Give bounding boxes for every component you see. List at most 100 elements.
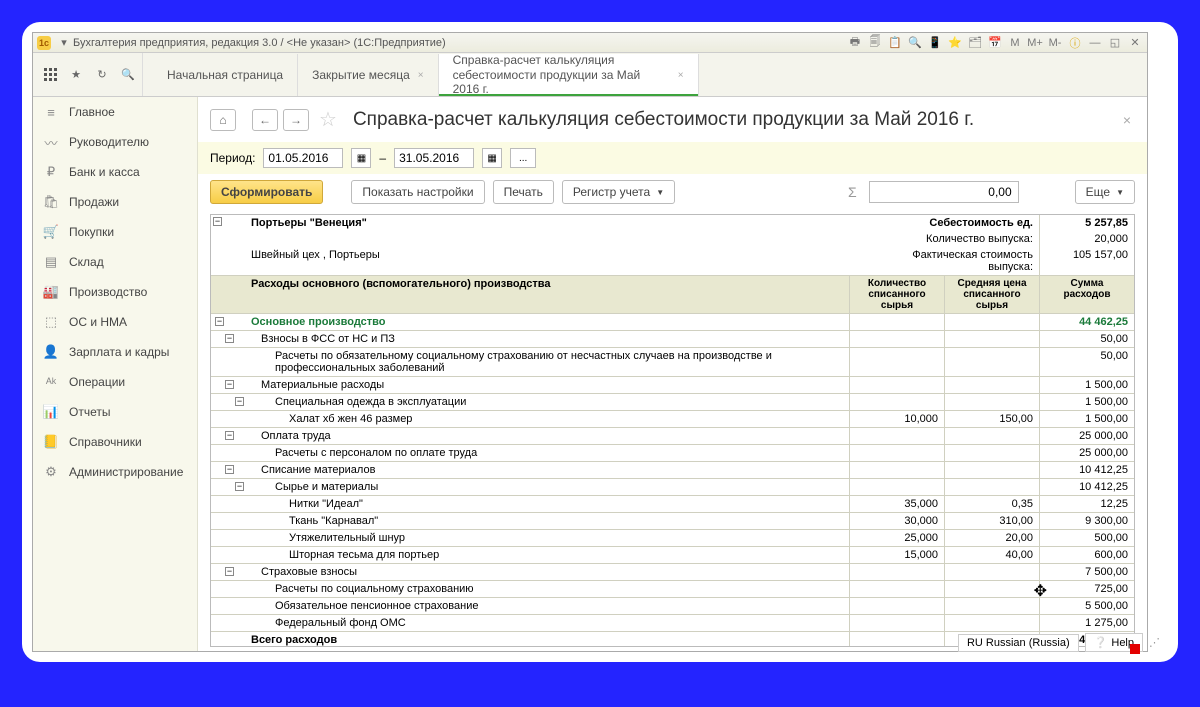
tb-icon-1[interactable]: 🖶 — [847, 35, 863, 51]
tab-month-close[interactable]: Закрытие месяца× — [298, 54, 439, 96]
sidebar-item[interactable]: ₽Банк и касса — [33, 157, 197, 187]
more-dropdown[interactable]: Еще▼ — [1075, 180, 1135, 204]
sidebar-item-label: Главное — [69, 105, 115, 119]
sidebar-item-label: Операции — [69, 375, 125, 389]
search-icon[interactable]: 🔍 — [119, 66, 137, 84]
row-label: Списание материалов — [247, 462, 849, 478]
row-label: Специальная одежда в эксплуатации — [247, 394, 849, 410]
row-label: Халат хб жен 46 размер — [247, 411, 849, 427]
period-to-input[interactable]: 31.05.2016 — [394, 148, 474, 168]
sidebar-item-icon: 🛒 — [43, 224, 59, 240]
red-marker — [1130, 644, 1140, 654]
tree-toggle-icon[interactable]: − — [225, 380, 234, 389]
tb-icon-7[interactable]: 📅 — [987, 35, 1003, 51]
window-close-icon[interactable]: ✕ — [1127, 35, 1143, 51]
sidebar-item-icon: ⚙ — [43, 464, 59, 480]
favorite-star-icon[interactable]: ★ — [67, 66, 85, 84]
tree-toggle-icon[interactable]: − — [235, 397, 244, 406]
tree-toggle-icon[interactable]: − — [225, 431, 234, 440]
favorite-toggle-icon[interactable]: ☆ — [319, 107, 337, 132]
tb-icon-6[interactable]: 🗂 — [967, 35, 983, 51]
tb-icon-star[interactable]: ⭐ — [947, 35, 963, 51]
tab-close-icon[interactable]: × — [678, 70, 684, 81]
tree-toggle-icon[interactable]: − — [225, 567, 234, 576]
tb-m-minus[interactable]: M- — [1047, 35, 1063, 51]
sidebar-item[interactable]: 〰Руководителю — [33, 127, 197, 157]
report-row: Ткань "Карнавал"30,000310,009 300,00 — [211, 513, 1134, 530]
tb-icon-calc[interactable]: 📱 — [927, 35, 943, 51]
sidebar-item[interactable]: ⚙ Администрирование — [33, 457, 197, 487]
tree-toggle-icon[interactable]: − — [225, 334, 234, 343]
tb-icon-3[interactable]: 📋 — [887, 35, 903, 51]
sidebar-item-icon: 👤 — [43, 344, 59, 360]
home-button[interactable]: ⌂ — [210, 109, 236, 131]
sidebar-item-label: Администрирование — [69, 465, 183, 479]
history-icon[interactable]: ↻ — [93, 66, 111, 84]
language-indicator[interactable]: RU Russian (Russia) — [958, 634, 1079, 652]
report-row: Федеральный фонд ОМС1 275,00 — [211, 615, 1134, 632]
tree-toggle-icon[interactable]: − — [225, 465, 234, 474]
show-settings-button[interactable]: Показать настройки — [351, 180, 484, 204]
report-row: −Взносы в ФСС от НС и ПЗ50,00 — [211, 331, 1134, 348]
sidebar-item[interactable]: ▤ Склад — [33, 247, 197, 277]
sidebar-item[interactable]: 📊Отчеты — [33, 397, 197, 427]
nav-back-button[interactable]: ← — [252, 109, 278, 131]
sidebar-item-label: Отчеты — [69, 405, 110, 419]
tree-toggle-icon[interactable]: − — [235, 482, 244, 491]
sum-field[interactable] — [869, 181, 1019, 203]
row-label: Шторная тесьма для портьер — [247, 547, 849, 563]
sidebar-item-label: Склад — [69, 255, 104, 269]
row-label: Утяжелительный шнур — [247, 530, 849, 546]
row-label: Оплата труда — [247, 428, 849, 444]
page-title: Справка-расчет калькуляция себестоимости… — [353, 109, 974, 131]
tb-m[interactable]: M — [1007, 35, 1023, 51]
tb-m-plus[interactable]: M+ — [1027, 35, 1043, 51]
sidebar-item[interactable]: 🛒 Покупки — [33, 217, 197, 247]
tb-info-icon[interactable]: ⓘ — [1067, 35, 1083, 51]
window-title: Бухгалтерия предприятия, редакция 3.0 / … — [73, 37, 847, 49]
titlebar-dropdown-icon[interactable]: ▾ — [55, 34, 73, 52]
sidebar-item[interactable]: 🏭Производство — [33, 277, 197, 307]
sidebar-item[interactable]: ⬚ОС и НМА — [33, 307, 197, 337]
row-label: Нитки "Идеал" — [247, 496, 849, 512]
window-minimize-icon[interactable]: — — [1087, 35, 1103, 51]
sidebar-item[interactable]: 👤Зарплата и кадры — [33, 337, 197, 367]
tb-icon-2[interactable]: 🗐 — [867, 35, 883, 51]
tree-toggle-icon[interactable]: − — [215, 317, 224, 326]
period-from-input[interactable]: 01.05.2016 — [263, 148, 343, 168]
apps-grid-icon[interactable] — [41, 66, 59, 84]
sidebar-item[interactable]: ᴬᵏОперации — [33, 367, 197, 397]
tree-toggle-icon[interactable]: − — [213, 217, 222, 226]
page-close-icon[interactable]: × — [1119, 108, 1135, 132]
sidebar-item-icon: ≡ — [43, 104, 59, 120]
nav-forward-button[interactable]: → — [283, 109, 309, 131]
report-row: −Страховые взносы7 500,00 — [211, 564, 1134, 581]
period-select-button[interactable]: ... — [510, 148, 536, 168]
window-restore-icon[interactable]: ◱ — [1107, 35, 1123, 51]
register-dropdown[interactable]: Регистр учета▼ — [562, 180, 675, 204]
report-row: −Оплата труда25 000,00 — [211, 428, 1134, 445]
calendar-from-icon[interactable]: ▦ — [351, 148, 371, 168]
calendar-to-icon[interactable]: ▦ — [482, 148, 502, 168]
window-titlebar: 1c ▾ Бухгалтерия предприятия, редакция 3… — [33, 33, 1147, 53]
sidebar-item-label: Покупки — [69, 225, 114, 239]
sidebar-item[interactable]: 📒Справочники — [33, 427, 197, 457]
sidebar-item[interactable]: 🛍Продажи — [33, 187, 197, 217]
tab-close-icon[interactable]: × — [418, 70, 424, 81]
generate-button[interactable]: Сформировать — [210, 180, 323, 204]
row-label: Федеральный фонд ОМС — [247, 615, 849, 631]
tab-cost-report[interactable]: Справка-расчет калькуляция себестоимости… — [439, 54, 699, 96]
resize-grip-icon[interactable]: ⋰ — [1149, 636, 1160, 649]
sidebar-item-icon: ▤ — [43, 254, 59, 270]
sidebar-item[interactable]: ≡ Главное — [33, 97, 197, 127]
report-row: −Основное производство44 462,25 — [211, 314, 1134, 331]
report-area[interactable]: − Портьеры "Венеция"Себестоимость ед.5 2… — [210, 214, 1135, 647]
section-sidebar: ≡ Главное 〰Руководителю₽Банк и касса🛍Прода… — [33, 97, 198, 651]
sidebar-item-icon: ⬚ — [43, 314, 59, 330]
report-row: −Специальная одежда в эксплуатации1 500,… — [211, 394, 1134, 411]
tab-start-page[interactable]: Начальная страница — [153, 54, 298, 96]
sidebar-item-label: Руководителю — [69, 135, 149, 149]
sidebar-item-icon: 🏭 — [43, 284, 59, 300]
tb-icon-4[interactable]: 🔍 — [907, 35, 923, 51]
print-button[interactable]: Печать — [493, 180, 554, 204]
